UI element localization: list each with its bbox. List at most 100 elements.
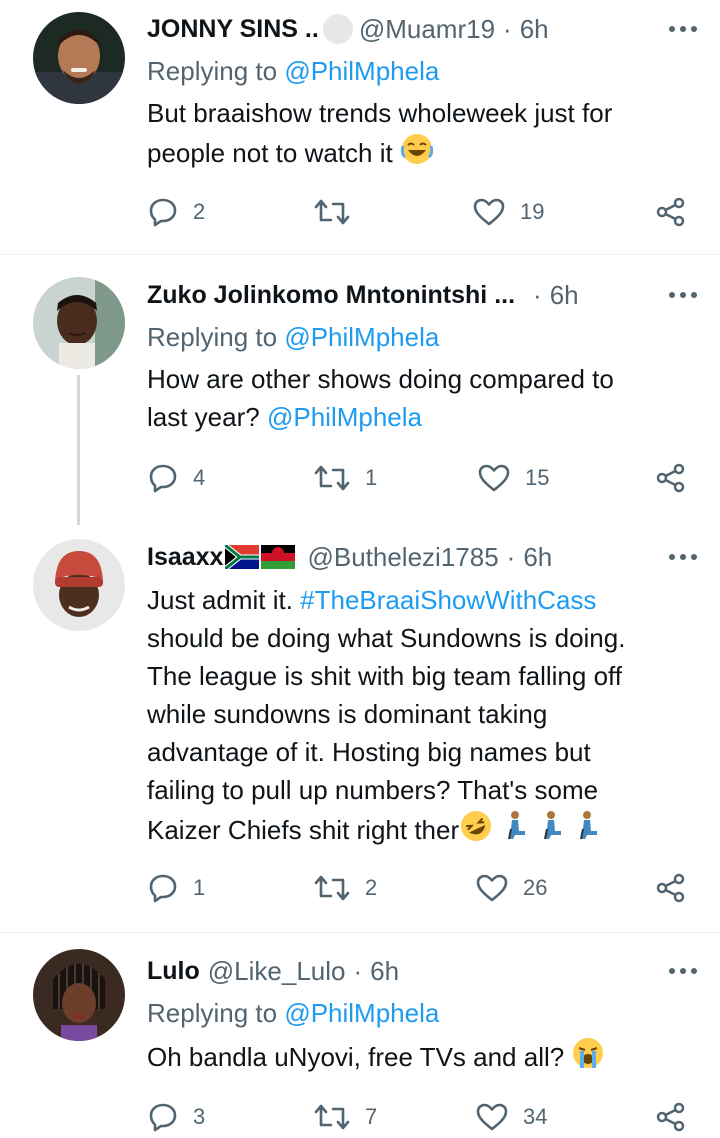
retweet-button[interactable]: 7 — [313, 1097, 377, 1137]
thread-line — [77, 375, 80, 525]
heart-icon — [476, 874, 508, 902]
user-handle[interactable]: @Muamr19 — [359, 14, 495, 45]
separator-dot: · — [503, 13, 512, 44]
retweet-icon — [314, 1104, 350, 1130]
retweet-button[interactable]: 1 — [313, 458, 377, 498]
reply-button[interactable]: 1 — [147, 868, 205, 908]
like-button[interactable]: 26 — [475, 868, 547, 908]
replying-label: Replying to — [147, 56, 278, 86]
tweet-2[interactable]: Zuko Jolinkomo Mntonintshi ... · 6h Repl… — [0, 255, 720, 525]
separator-dot: · — [353, 955, 363, 986]
tweet-header: JONNY SINS .. @Muamr19 · 6h — [147, 10, 700, 48]
replying-to: Replying to @PhilMphela — [147, 318, 439, 356]
loudly-crying-face-icon — [573, 1038, 604, 1068]
user-handle[interactable]: @Buthelezi1785 — [307, 542, 498, 573]
tweet-header: Lulo @Like_Lulo · 6h — [147, 952, 700, 990]
mention-link[interactable]: @PhilMphela — [284, 322, 439, 352]
more-options-icon[interactable] — [660, 10, 706, 48]
tweet-header: Isaaxx @Buthelezi1785 · 6h — [147, 538, 700, 576]
tweet-line: failing to pull up numbers? That's some — [147, 775, 599, 805]
tweet-line: But braaishow trends wholeweek just for — [147, 98, 613, 128]
reply-button[interactable]: 2 — [147, 192, 205, 232]
share-button[interactable] — [655, 458, 687, 498]
separator-dot: · — [506, 541, 516, 572]
share-icon — [656, 463, 685, 493]
reply-button[interactable]: 4 — [147, 458, 205, 498]
share-button[interactable] — [655, 192, 687, 232]
heart-icon — [476, 1103, 508, 1131]
retweet-button[interactable] — [313, 192, 365, 232]
tweet-line: How are other shows doing compared to — [147, 364, 614, 394]
person-kneeling-icon — [544, 811, 562, 840]
like-count: 15 — [525, 465, 550, 490]
tweet-text: But braaishow trends wholeweek just for … — [147, 94, 707, 172]
timestamp[interactable]: 6h — [550, 280, 579, 311]
reply-icon — [149, 464, 177, 493]
avatar[interactable] — [33, 949, 125, 1041]
like-button[interactable]: 19 — [472, 192, 544, 232]
tweet-line: last year? @PhilMphela — [147, 402, 422, 432]
replying-label: Replying to — [147, 322, 278, 352]
tweet-header: Zuko Jolinkomo Mntonintshi ... · 6h — [147, 276, 700, 314]
hashtag-link[interactable]: #TheBraaiShowWithCass — [300, 585, 596, 615]
retweet-count: 2 — [365, 875, 378, 900]
tweet-text: How are other shows doing compared to la… — [147, 360, 707, 436]
avatar[interactable] — [33, 277, 125, 369]
like-count: 19 — [520, 199, 545, 224]
reply-button[interactable]: 3 — [147, 1097, 205, 1137]
tweet-actions: 3 7 34 — [147, 1097, 707, 1137]
person-kneeling-icon — [580, 811, 598, 840]
tweet-text: Oh bandla uNyovi, free TVs and all? — [147, 1036, 707, 1076]
tweet-4[interactable]: Lulo @Like_Lulo · 6h Replying to @PhilMp… — [0, 933, 720, 1138]
timestamp[interactable]: 6h — [520, 14, 549, 45]
tweet-3[interactable]: Isaaxx @Buthelezi1785 · 6h Just admit it… — [0, 527, 720, 931]
more-options-icon[interactable] — [660, 538, 706, 576]
display-name[interactable]: Lulo — [147, 957, 200, 986]
tweet-line: Oh bandla uNyovi, free TVs and all? — [147, 1036, 707, 1076]
mention-link[interactable]: @PhilMphela — [284, 998, 439, 1028]
avatar[interactable] — [33, 539, 125, 631]
reply-count: 2 — [193, 199, 206, 224]
replying-to: Replying to @PhilMphela — [147, 994, 439, 1032]
timestamp[interactable]: 6h — [370, 956, 399, 987]
reply-count: 1 — [193, 875, 206, 900]
share-button[interactable] — [655, 1097, 687, 1137]
timestamp[interactable]: 6h — [523, 542, 552, 573]
tweet-line: Kaizer Chiefs shit right ther — [147, 809, 707, 849]
profile-badge-icon — [322, 14, 353, 44]
display-name[interactable]: JONNY SINS .. — [147, 15, 319, 44]
reply-count: 4 — [193, 465, 206, 490]
more-options-icon[interactable] — [660, 276, 706, 314]
share-icon — [656, 197, 685, 227]
separator-dot: · — [533, 279, 542, 310]
tweet-line: advantage of it. Hosting big names but — [147, 737, 591, 767]
tweet-line: while sundowns is dominant taking — [147, 699, 548, 729]
heart-icon — [478, 464, 510, 492]
reply-icon — [149, 198, 177, 227]
avatar[interactable] — [33, 12, 125, 104]
like-button[interactable]: 34 — [475, 1097, 547, 1137]
mention-link[interactable]: @PhilMphela — [284, 56, 439, 86]
malawi-flag-icon — [261, 545, 296, 569]
like-button[interactable]: 15 — [477, 458, 549, 498]
user-handle[interactable]: @Like_Lulo — [208, 956, 346, 987]
reply-icon — [149, 874, 177, 903]
rolling-on-floor-laughing-icon — [461, 811, 492, 841]
south-africa-flag-icon — [225, 545, 260, 569]
display-name[interactable]: Isaaxx — [147, 543, 223, 572]
tweet-line: The league is shit with big team falling… — [147, 661, 623, 691]
retweet-icon — [314, 465, 350, 491]
tweet-actions: 2 19 — [147, 192, 707, 232]
share-button[interactable] — [655, 868, 687, 908]
more-options-icon[interactable] — [660, 952, 706, 990]
retweet-icon — [314, 875, 350, 901]
tweet-1[interactable]: JONNY SINS .. @Muamr19 · 6h Replying to … — [0, 0, 720, 254]
like-count: 34 — [523, 1104, 548, 1129]
reply-icon — [149, 1103, 177, 1132]
reply-count: 3 — [193, 1104, 206, 1129]
display-name[interactable]: Zuko Jolinkomo Mntonintshi ... — [147, 281, 515, 310]
retweet-button[interactable]: 2 — [313, 868, 377, 908]
share-icon — [656, 873, 685, 903]
mention-link[interactable]: @PhilMphela — [267, 402, 422, 432]
heart-icon — [473, 198, 505, 226]
